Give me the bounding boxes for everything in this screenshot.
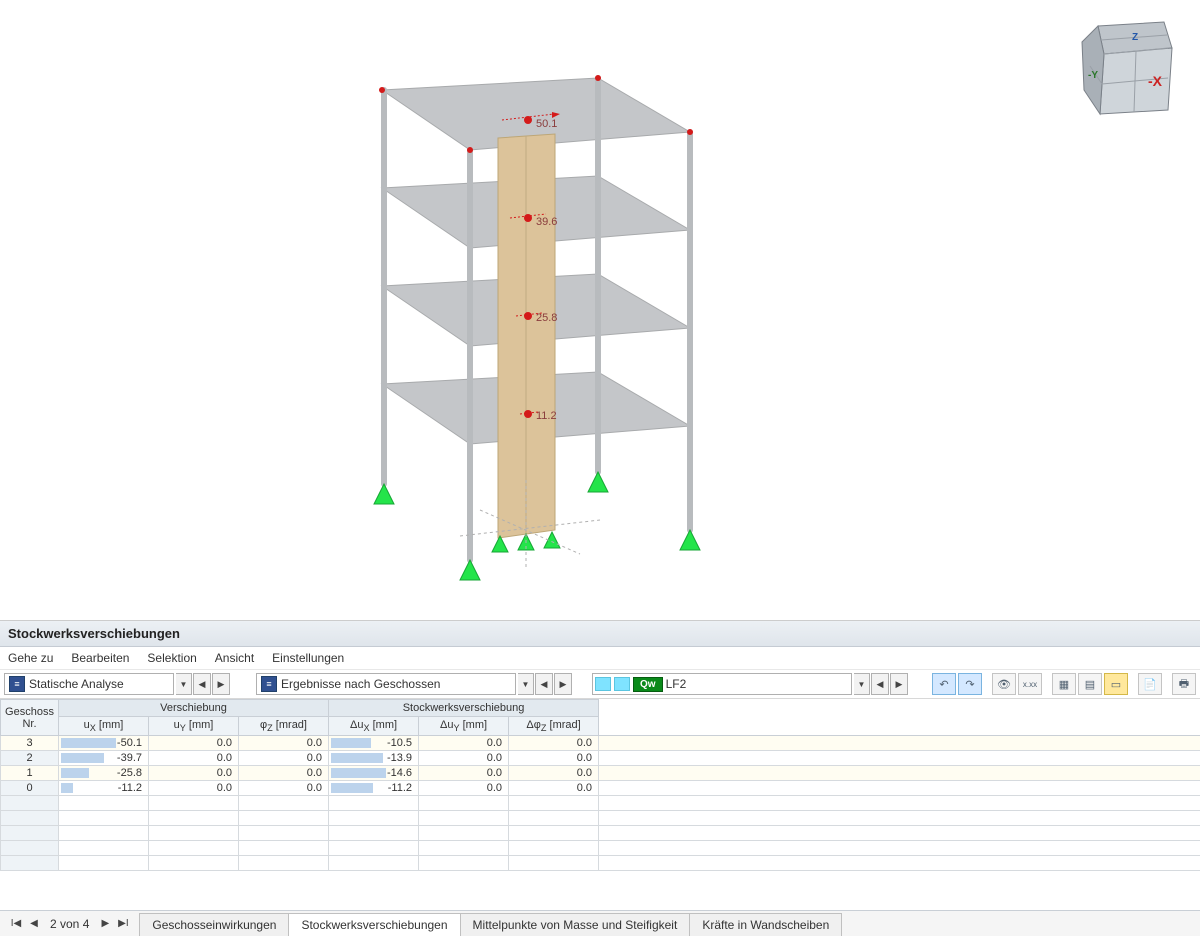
menu-edit[interactable]: Bearbeiten xyxy=(71,651,129,665)
col-group-verschiebung: Verschiebung xyxy=(59,700,329,717)
viewport-3d[interactable]: -X -Y Z xyxy=(0,0,1200,620)
table-row[interactable]: 3-50.10.00.0-10.50.00.0 xyxy=(1,736,1200,751)
analysis-prev[interactable]: ◀ xyxy=(193,673,211,695)
structural-model xyxy=(330,60,730,600)
navcube-label-y: -Y xyxy=(1088,70,1098,81)
tool-print-icon[interactable]: 🖶 xyxy=(1172,673,1196,695)
col-group-stockwerks: Stockwerksverschiebung xyxy=(329,700,599,717)
pager-prev[interactable]: ◀ xyxy=(26,916,42,932)
menu-view[interactable]: Ansicht xyxy=(215,651,254,665)
view-nav-cube[interactable]: -X -Y Z xyxy=(1072,18,1182,118)
panel-menubar[interactable]: Gehe zu Bearbeiten Selektion Ansicht Ein… xyxy=(0,647,1200,669)
results-selector-label: Ergebnisse nach Geschossen xyxy=(281,677,440,691)
results-selector[interactable]: ≡ Ergebnisse nach Geschossen xyxy=(256,673,516,695)
tool-show-results-icon[interactable]: 👁 xyxy=(992,673,1016,695)
navcube-label-x: -X xyxy=(1148,73,1163,89)
navcube-label-z: Z xyxy=(1132,32,1138,43)
label-floor2: 39.6 xyxy=(536,216,557,228)
analysis-icon: ≡ xyxy=(9,676,25,692)
col-uy[interactable]: uY [mm] xyxy=(149,717,239,736)
col-dphiz[interactable]: ΔφZ [mrad] xyxy=(509,717,599,736)
col-duy[interactable]: ΔuY [mm] xyxy=(419,717,509,736)
loadcase-name: LF2 xyxy=(666,677,687,691)
loadcase-next[interactable]: ▶ xyxy=(890,673,908,695)
results-table[interactable]: Geschoss Nr. Verschiebung Stockwerksvers… xyxy=(0,699,1200,871)
table-row[interactable]: 2-39.70.00.0-13.90.00.0 xyxy=(1,751,1200,766)
tool-table2-icon[interactable]: ▤ xyxy=(1078,673,1102,695)
analysis-dropdown-btn[interactable]: ▼ xyxy=(176,673,192,695)
loadcase-badge: Qw xyxy=(633,677,663,692)
table-row[interactable]: 1-25.80.00.0-14.60.00.0 xyxy=(1,766,1200,781)
footer-tab[interactable]: Stockwerksverschiebungen xyxy=(288,913,460,936)
label-floor0: 11.2 xyxy=(536,410,557,422)
tool-filter-2[interactable]: ↷ xyxy=(958,673,982,695)
label-floor1: 25.8 xyxy=(536,312,557,324)
loadcase-color-icon xyxy=(595,677,611,691)
tool-table-icon[interactable]: ▦ xyxy=(1052,673,1076,695)
table-row[interactable]: 0-11.20.00.0-11.20.00.0 xyxy=(1,781,1200,796)
results-dropdown-btn[interactable]: ▼ xyxy=(518,673,534,695)
pager-first[interactable]: I◀ xyxy=(8,916,24,932)
footer-tab[interactable]: Mittelpunkte von Masse und Steifigkeit xyxy=(460,913,691,936)
loadcase-prev[interactable]: ◀ xyxy=(871,673,889,695)
footer-tab[interactable]: Kräfte in Wandscheiben xyxy=(689,913,842,936)
menu-goto[interactable]: Gehe zu xyxy=(8,651,53,665)
results-icon: ≡ xyxy=(261,676,277,692)
menu-selection[interactable]: Selektion xyxy=(147,651,196,665)
menu-settings[interactable]: Einstellungen xyxy=(272,651,344,665)
tool-precision-icon[interactable]: x.xx xyxy=(1018,673,1042,695)
col-head-geschoss[interactable]: Geschoss Nr. xyxy=(1,700,59,736)
loadcase-selector[interactable]: Qw LF2 xyxy=(592,673,852,695)
analysis-selector[interactable]: ≡ Statische Analyse xyxy=(4,673,174,695)
loadcase-color-icon-2 xyxy=(614,677,630,691)
results-prev[interactable]: ◀ xyxy=(535,673,553,695)
results-next[interactable]: ▶ xyxy=(554,673,572,695)
analysis-next[interactable]: ▶ xyxy=(212,673,230,695)
pager-text: 2 von 4 xyxy=(50,917,89,931)
tool-export-icon[interactable]: 📄 xyxy=(1138,673,1162,695)
pager-next[interactable]: ▶ xyxy=(97,916,113,932)
pager-last[interactable]: ▶I xyxy=(115,916,131,932)
loadcase-dropdown-btn[interactable]: ▼ xyxy=(854,673,870,695)
label-floor3: 50.1 xyxy=(536,118,557,130)
col-ux[interactable]: uX [mm] xyxy=(59,717,149,736)
panel-title: Stockwerksverschiebungen xyxy=(0,621,1200,647)
pager[interactable]: I◀ ◀ 2 von 4 ▶ ▶I xyxy=(0,916,139,932)
analysis-selector-label: Statische Analyse xyxy=(29,677,124,691)
tool-highlight-icon[interactable]: ▭ xyxy=(1104,673,1128,695)
footer-tab[interactable]: Geschosseinwirkungen xyxy=(139,913,289,936)
col-dux[interactable]: ΔuX [mm] xyxy=(329,717,419,736)
col-phiz[interactable]: φZ [mrad] xyxy=(239,717,329,736)
tool-filter-1[interactable]: ↶ xyxy=(932,673,956,695)
